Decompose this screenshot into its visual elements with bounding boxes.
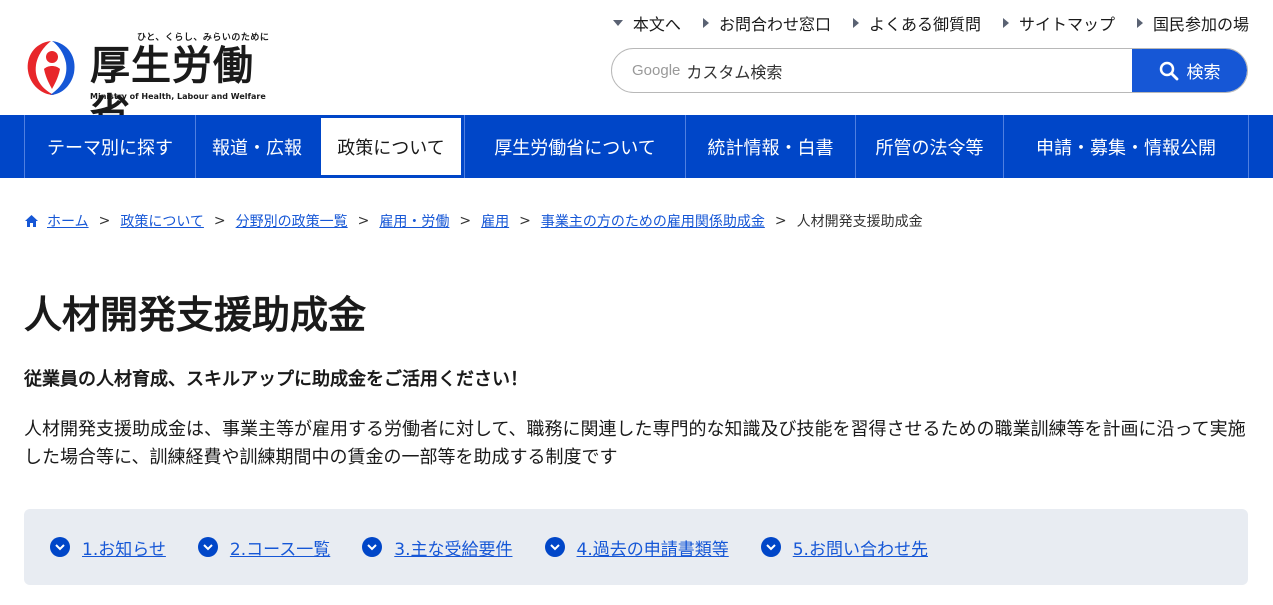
site-header: ひと、くらし、みらいのために 厚生労働省 Ministry of Health,… — [0, 0, 1273, 137]
gnav-item-statistics[interactable]: 統計情報・白書 — [685, 115, 855, 178]
chevron-down-icon — [544, 537, 565, 557]
anchor-link-contact[interactable]: 5.お問い合わせ先 — [760, 535, 928, 560]
search-placeholder: カスタム検索 — [686, 62, 783, 82]
breadcrumb-separator: > — [774, 213, 787, 229]
breadcrumb-separator: > — [459, 213, 472, 229]
util-link-honbun[interactable]: 本文へ — [612, 11, 681, 35]
anchor-link-past-forms[interactable]: 4.過去の申請書類等 — [544, 535, 729, 560]
anchor-link-label: 4.過去の申請書類等 — [576, 539, 729, 560]
breadcrumb-link-employment[interactable]: 雇用 — [481, 211, 509, 231]
util-link-sitemap[interactable]: サイトマップ — [1002, 11, 1115, 35]
breadcrumb-current: 人材開発支援助成金 — [796, 214, 923, 230]
breadcrumb-separator: > — [98, 213, 111, 229]
page-lead: 従業員の人材育成、スキルアップに助成金をご活用ください！ — [24, 369, 528, 390]
arrow-right-icon — [702, 18, 709, 28]
mhlw-logo-icon — [27, 41, 75, 95]
anchor-link-courses[interactable]: 2.コース一覧 — [197, 535, 331, 560]
chevron-down-icon — [362, 537, 383, 557]
gnav-item-theme[interactable]: テーマ別に探す — [24, 115, 195, 178]
anchor-link-label: 5.お問い合わせ先 — [792, 539, 928, 560]
breadcrumb-separator: > — [519, 213, 531, 229]
breadcrumb-link-employment-labour[interactable]: 雇用・労働 — [379, 211, 449, 231]
anchor-link-label: 2.コース一覧 — [229, 539, 331, 560]
chevron-down-icon — [760, 537, 781, 557]
breadcrumb: ホーム > 政策について > 分野別の政策一覧 > 雇用・労働 > 雇用 > 事… — [24, 211, 923, 231]
google-brand: Google — [632, 62, 681, 79]
chevron-down-icon — [197, 537, 218, 557]
anchor-link-box: 1.お知らせ 2.コース一覧 3.主な受給要件 4.過去の申請書類等 5.お問い… — [24, 509, 1248, 585]
gnav-item-policy[interactable]: 政策について — [318, 115, 464, 178]
gnav-item-press[interactable]: 報道・広報 — [195, 115, 318, 178]
gnav-item-application[interactable]: 申請・募集・情報公開 — [1003, 115, 1249, 178]
breadcrumb-link-policy[interactable]: 政策について — [120, 211, 204, 231]
util-link-label: サイトマップ — [1018, 15, 1115, 34]
utility-nav: 本文へ お問合わせ窓口 よくある御質問 サイトマップ 国民参加の場 — [591, 11, 1249, 35]
search-button-label: 検索 — [1186, 63, 1221, 83]
util-link-label: 本文へ — [632, 15, 681, 34]
page-description: 人材開発支援助成金は、事業主等が雇用する労働者に対して、職務に関連した専門的な知… — [24, 419, 1246, 468]
arrow-right-icon — [852, 18, 859, 28]
util-link-label: お問合わせ窓口 — [718, 15, 831, 34]
util-link-faq[interactable]: よくある御質問 — [852, 11, 981, 35]
anchor-link-label: 1.お知らせ — [82, 539, 166, 560]
gnav-item-laws[interactable]: 所管の法令等 — [855, 115, 1003, 178]
anchor-link-requirements[interactable]: 3.主な受給要件 — [362, 535, 513, 560]
breadcrumb-separator: > — [357, 213, 370, 229]
gnav-item-about[interactable]: 厚生労働省について — [464, 115, 685, 178]
util-link-label: よくある御質問 — [868, 15, 981, 34]
anchor-link-news[interactable]: 1.お知らせ — [50, 535, 166, 560]
breadcrumb-separator: > — [213, 213, 226, 229]
search-button[interactable]: 検索 — [1132, 49, 1247, 92]
search-input[interactable]: Google カスタム検索 — [632, 49, 1132, 92]
util-link-participation[interactable]: 国民参加の場 — [1136, 11, 1249, 35]
site-logo[interactable]: ひと、くらし、みらいのために 厚生労働省 Ministry of Health,… — [22, 30, 292, 137]
util-link-label: 国民参加の場 — [1152, 15, 1249, 34]
breadcrumb-link-subsidies[interactable]: 事業主の方のための雇用関係助成金 — [541, 211, 765, 231]
search-box: Google カスタム検索 検索 — [611, 48, 1248, 93]
arrow-down-icon — [612, 20, 623, 26]
site-name-en: Ministry of Health, Labour and Welfare — [90, 92, 266, 101]
arrow-right-icon — [1002, 18, 1009, 28]
chevron-down-icon — [50, 537, 70, 557]
breadcrumb-link-home[interactable]: ホーム — [47, 211, 89, 231]
breadcrumb-link-policy-list[interactable]: 分野別の政策一覧 — [236, 211, 348, 231]
anchor-link-label: 3.主な受給要件 — [394, 539, 513, 560]
home-icon — [25, 215, 38, 227]
arrow-right-icon — [1136, 18, 1143, 28]
search-icon — [1159, 61, 1178, 80]
global-nav: テーマ別に探す 報道・広報 政策について 厚生労働省について 統計情報・白書 所… — [0, 115, 1273, 178]
page-title: 人材開発支援助成金 — [24, 293, 367, 337]
util-link-contact[interactable]: お問合わせ窓口 — [702, 11, 831, 35]
